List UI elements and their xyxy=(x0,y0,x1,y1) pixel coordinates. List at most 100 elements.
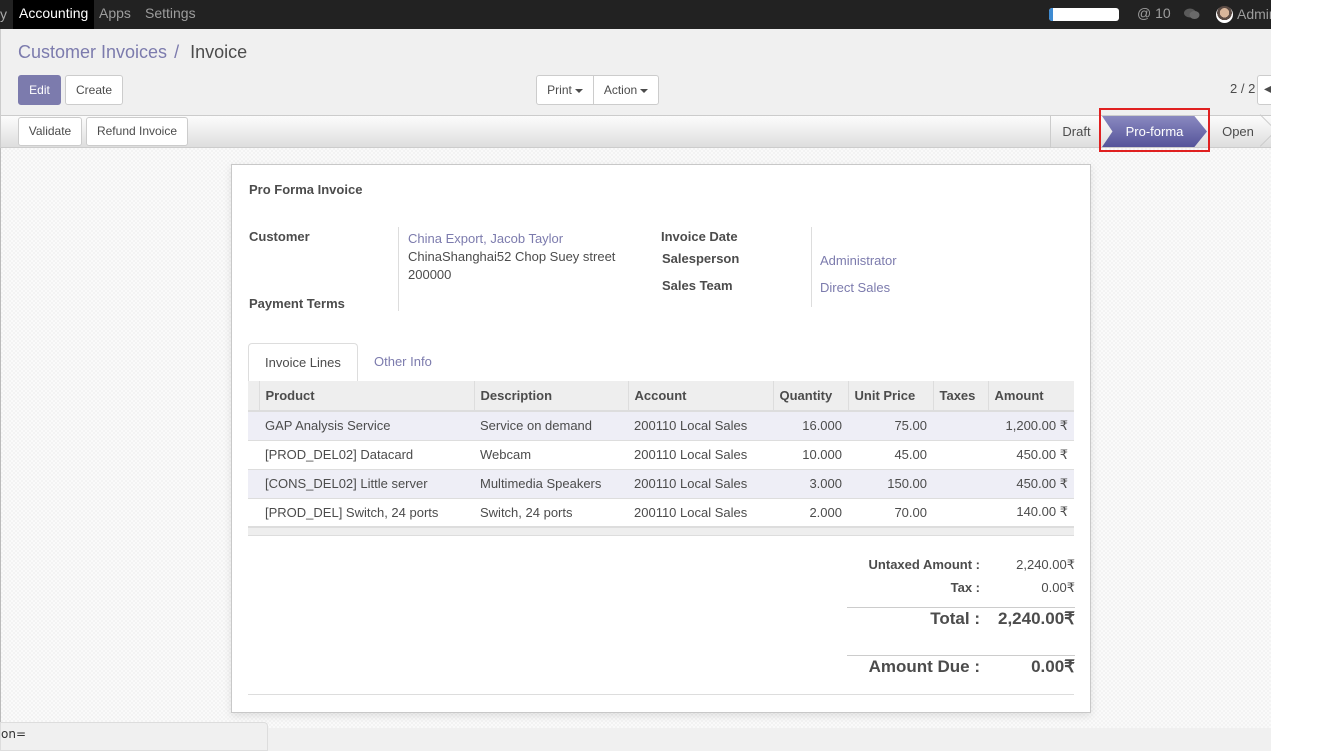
chat-icon[interactable] xyxy=(1184,8,1200,20)
column-unit-price[interactable]: Unit Price xyxy=(848,381,934,412)
total-value: 2,240.00₹ xyxy=(998,609,1075,628)
print-dropdown[interactable]: Print xyxy=(536,75,594,105)
column-amount[interactable]: Amount xyxy=(988,381,1074,412)
amount-due-row: Amount Due : 0.00₹ xyxy=(847,657,1075,680)
column-product[interactable]: Product xyxy=(259,381,475,412)
pager-value: 2 / 2 xyxy=(1230,81,1256,96)
cell-taxes xyxy=(933,497,988,527)
loading-progress xyxy=(1049,8,1119,21)
cell-description: Switch, 24 ports xyxy=(474,497,628,527)
cell-unit-price: 150.00 xyxy=(848,468,933,498)
menu-settings[interactable]: Settings xyxy=(139,0,202,29)
cell-description: Webcam xyxy=(474,439,628,469)
field-divider xyxy=(811,227,812,307)
cell-account: 200110 Local Sales xyxy=(628,497,773,527)
row-handle xyxy=(248,439,259,469)
cell-quantity: 10.000 xyxy=(773,439,848,469)
cell-amount: 140.00 ₹ xyxy=(988,497,1074,527)
breadcrumb-customer-invoices[interactable]: Customer Invoices xyxy=(18,42,167,62)
action-dropdown[interactable]: Action xyxy=(593,75,659,105)
tax-row: Tax : 0.00₹ xyxy=(847,580,1075,603)
untaxed-amount-row: Untaxed Amount : 2,240.00₹ xyxy=(847,557,1075,580)
column-account[interactable]: Account xyxy=(628,381,774,412)
totals-divider xyxy=(847,607,1075,608)
tab-invoice-lines[interactable]: Invoice Lines xyxy=(248,343,358,382)
validate-button[interactable]: Validate xyxy=(18,117,82,146)
sales-team-link[interactable]: Direct Sales xyxy=(820,280,890,295)
menu-apps[interactable]: Apps xyxy=(93,0,137,29)
refund-invoice-button[interactable]: Refund Invoice xyxy=(86,117,188,146)
menu-accounting[interactable]: Accounting xyxy=(13,0,95,29)
notebook-tabs: Invoice Lines Other Info xyxy=(248,343,1074,382)
table-header-row: Product Description Account Quantity Uni… xyxy=(248,381,1074,412)
amount-due-value: 0.00₹ xyxy=(1031,657,1075,676)
table-footer-row xyxy=(248,526,1074,536)
row-handle xyxy=(248,410,259,440)
amount-due-label: Amount Due : xyxy=(868,657,980,676)
stage-open[interactable]: Open xyxy=(1208,116,1268,147)
app-window: y Accounting Apps Settings @ 10 Admin Cu… xyxy=(0,0,1271,751)
tax-label: Tax : xyxy=(950,580,980,595)
cell-product: [PROD_DEL] Switch, 24 ports xyxy=(259,497,474,527)
customer-address-line2: 200000 xyxy=(408,267,452,282)
cell-unit-price: 70.00 xyxy=(848,497,933,527)
cell-account: 200110 Local Sales xyxy=(628,439,773,469)
totals-divider xyxy=(847,655,1075,656)
tab-other-info[interactable]: Other Info xyxy=(358,343,448,382)
cell-quantity: 16.000 xyxy=(773,410,848,440)
cell-taxes xyxy=(933,410,988,440)
cell-description: Service on demand xyxy=(474,410,628,440)
cell-amount: 1,200.00 ₹ xyxy=(988,410,1074,440)
print-label: Print xyxy=(547,83,572,97)
caret-down-icon xyxy=(574,88,583,93)
user-menu[interactable]: Admin xyxy=(1237,6,1271,22)
table-row[interactable]: GAP Analysis Service Service on demand 200… xyxy=(248,410,1074,440)
salesperson-link[interactable]: Administrator xyxy=(820,253,897,268)
table-row[interactable]: [PROD_DEL] Switch, 24 ports Switch, 24 po… xyxy=(248,497,1074,527)
cell-account: 200110 Local Sales xyxy=(628,410,773,440)
action-label: Action xyxy=(603,83,638,97)
invoice-sheet: Pro Forma Invoice Customer Payment Terms… xyxy=(231,164,1091,713)
create-button[interactable]: Create xyxy=(65,75,123,105)
control-panel: Customer Invoices / Invoice Edit Create … xyxy=(0,29,1271,115)
tax-value: 0.00₹ xyxy=(1041,580,1075,595)
top-navbar: y Accounting Apps Settings @ 10 Admin xyxy=(0,0,1271,29)
salesperson-label: Salesperson xyxy=(662,251,740,266)
cell-quantity: 3.000 xyxy=(773,468,848,498)
row-handle xyxy=(248,497,259,527)
cell-product: [CONS_DEL02] Little server xyxy=(259,468,474,498)
row-handle xyxy=(248,468,259,498)
sales-team-label: Sales Team xyxy=(662,278,733,293)
column-quantity[interactable]: Quantity xyxy=(773,381,849,412)
mentions-counter[interactable]: @ 10 xyxy=(1137,5,1171,21)
status-bar: Validate Refund Invoice Draft Pro-forma … xyxy=(0,115,1271,148)
cell-quantity: 2.000 xyxy=(773,497,848,527)
sheet-bottom-divider xyxy=(248,694,1074,695)
field-divider xyxy=(398,227,399,311)
table-row[interactable]: [CONS_DEL02] Little server Multimedia Spe… xyxy=(248,468,1074,498)
customer-link[interactable]: China Export, Jacob Taylor xyxy=(408,231,563,246)
user-avatar[interactable] xyxy=(1216,6,1233,23)
column-taxes[interactable]: Taxes xyxy=(933,381,989,412)
stage-draft[interactable]: Draft xyxy=(1050,116,1102,147)
customer-label: Customer xyxy=(249,229,310,244)
breadcrumb: Customer Invoices / Invoice xyxy=(18,42,247,63)
status-url-bar: on= xyxy=(0,722,268,751)
invoice-lines-table: Product Description Account Quantity Uni… xyxy=(248,381,1074,536)
breadcrumb-separator: / xyxy=(174,42,180,62)
breadcrumb-current: Invoice xyxy=(190,42,248,62)
pager-previous-button[interactable]: ◀ xyxy=(1257,75,1271,105)
column-description[interactable]: Description xyxy=(474,381,629,412)
edit-button[interactable]: Edit xyxy=(18,75,61,105)
cell-amount: 450.00 ₹ xyxy=(988,468,1074,498)
row-handle-header xyxy=(248,381,260,412)
cell-taxes xyxy=(933,468,988,498)
highlight-annotation xyxy=(1099,108,1210,152)
table-row[interactable]: [PROD_DEL02] Datacard Webcam 200110 Local … xyxy=(248,439,1074,469)
cell-unit-price: 45.00 xyxy=(848,439,933,469)
cell-taxes xyxy=(933,439,988,469)
total-label: Total : xyxy=(930,609,980,628)
form-view: Pro Forma Invoice Customer Payment Terms… xyxy=(0,148,1271,728)
invoice-title: Pro Forma Invoice xyxy=(249,182,363,197)
progress-fill xyxy=(1049,8,1053,21)
